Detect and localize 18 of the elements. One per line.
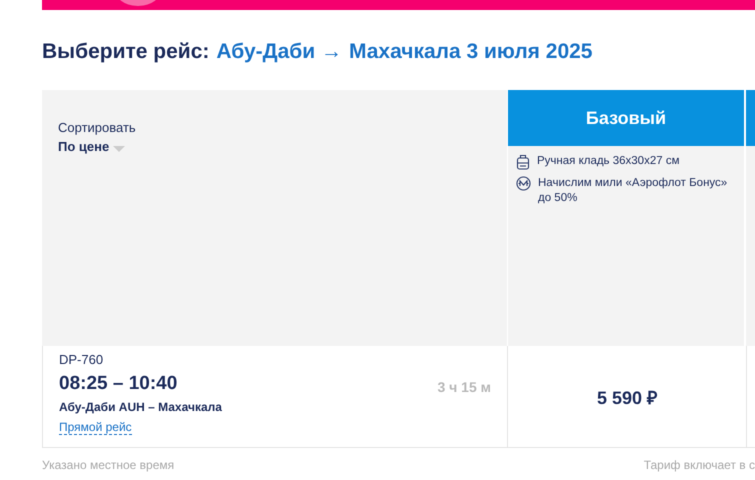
flight-times: 08:25 – 10:40	[59, 373, 178, 395]
sort-label: Сортировать	[58, 120, 136, 135]
heading-destination: Махачкала 3 июля 2025	[349, 40, 592, 64]
miles-icon	[516, 176, 531, 191]
heading-label: Выберите рейс:	[42, 40, 210, 64]
sort-dropdown[interactable]: По цене	[58, 139, 126, 154]
fare-feature-text: Начислим мили «Аэрофлот Бонус» до 50%	[538, 176, 728, 206]
fare-header: Базовый	[508, 90, 744, 146]
heading-route: Абу-Даби →	[216, 40, 342, 64]
local-time-note: Указано местное время	[42, 458, 174, 472]
flight-number: DP-760	[59, 352, 104, 367]
fare-feature-text: Ручная кладь 36x30x27 см	[537, 154, 680, 169]
caret-icon	[113, 146, 126, 152]
direct-flight-link[interactable]: Прямой рейс	[59, 420, 132, 435]
backpack-icon	[516, 154, 530, 170]
flight-duration: 3 ч 15 м	[437, 379, 491, 397]
tariff-note: Тариф включает в с	[644, 458, 755, 472]
flight-route: Абу-Даби AUH – Махачкала	[59, 400, 222, 414]
